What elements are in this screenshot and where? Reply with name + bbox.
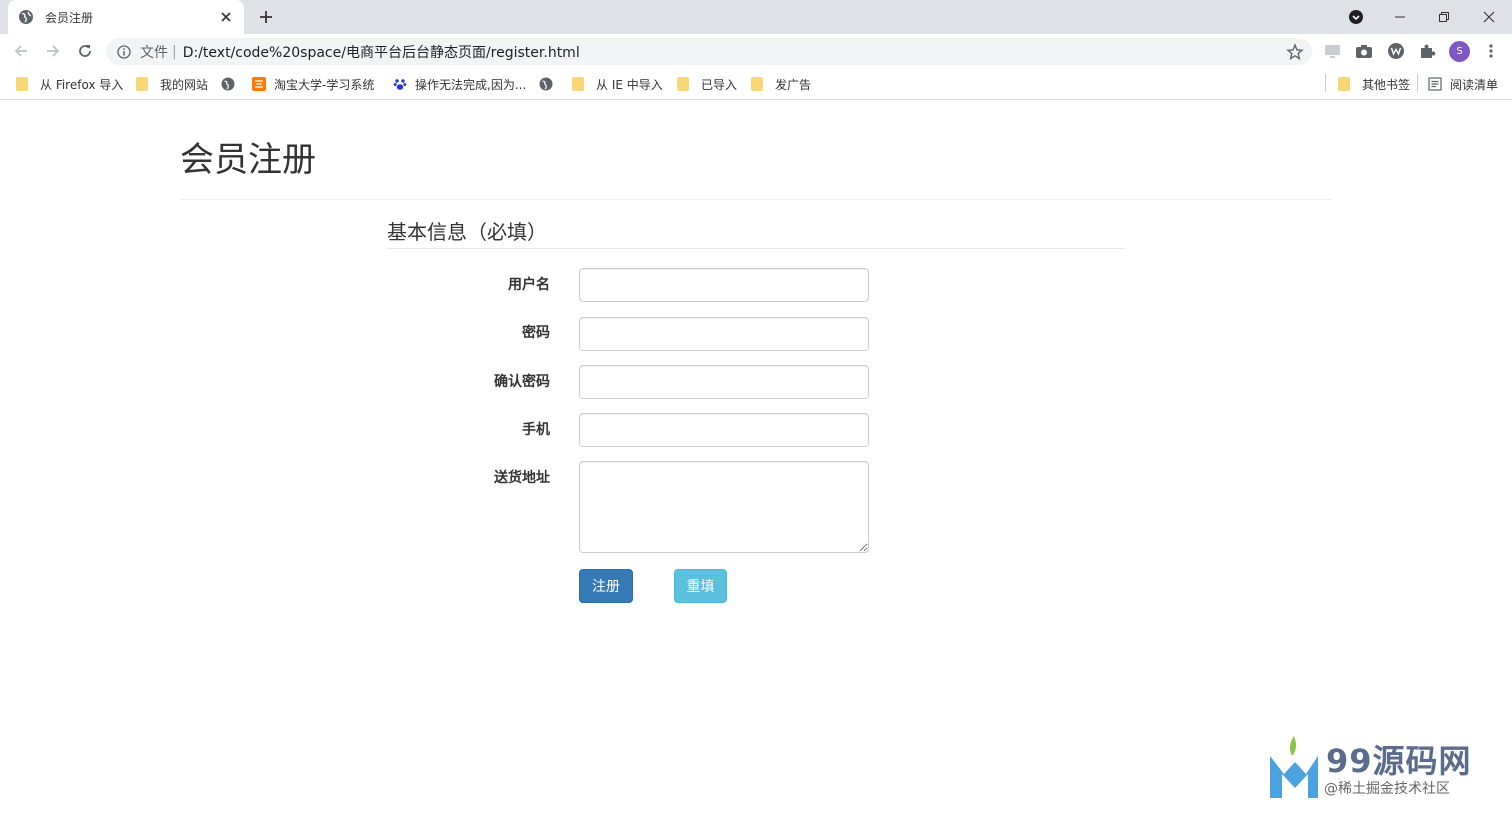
- watermark-logo-icon: [1270, 736, 1318, 798]
- w-extension-icon[interactable]: [1385, 40, 1407, 62]
- globe-icon: [539, 77, 553, 91]
- minimize-icon: [1395, 16, 1405, 18]
- address-textarea[interactable]: [579, 461, 869, 553]
- username-input[interactable]: [579, 268, 869, 302]
- folder-icon: [1338, 77, 1350, 91]
- bookmark-other[interactable]: 其他书签: [1338, 75, 1410, 93]
- watermark-brand: 99源码网: [1326, 742, 1472, 780]
- confirm-password-input[interactable]: [579, 365, 869, 399]
- baidu-paw-icon: [393, 79, 407, 90]
- cast-extension-icon[interactable]: [1322, 40, 1344, 62]
- bookmark-globe-2[interactable]: [539, 75, 561, 93]
- page-title: 会员注册: [180, 140, 316, 180]
- bookmark-ie-import[interactable]: 从 IE 中导入: [572, 75, 663, 93]
- reload-button[interactable]: [72, 38, 98, 64]
- folder-icon: [16, 77, 28, 91]
- close-icon: [1483, 11, 1495, 23]
- profile-avatar[interactable]: S: [1449, 41, 1470, 62]
- folder-icon: [751, 77, 763, 91]
- register-button[interactable]: 注册: [579, 569, 633, 603]
- username-label: 用户名: [508, 277, 550, 293]
- bookmark-label: 我的网站: [160, 77, 209, 92]
- password-label: 密码: [522, 325, 550, 341]
- phone-label: 手机: [522, 422, 550, 438]
- restore-button[interactable]: [1421, 0, 1467, 34]
- bookmark-divider: [1417, 74, 1418, 92]
- tab-title: 会员注册: [45, 10, 94, 25]
- tab-close-icon[interactable]: [218, 9, 234, 25]
- reading-list-button[interactable]: 阅读清单: [1428, 75, 1498, 93]
- bookmark-label: 阅读清单: [1450, 77, 1499, 92]
- forward-button[interactable]: [40, 38, 66, 64]
- bookmark-label: 已导入: [701, 77, 738, 92]
- address-bar[interactable]: 文件 | D:/text/code%20space/电商平台后台静态页面/reg…: [106, 38, 1312, 65]
- url-text[interactable]: D:/text/code%20space/电商平台后台静态页面/register…: [183, 42, 580, 62]
- globe-icon: [221, 77, 235, 91]
- password-input[interactable]: [579, 317, 869, 351]
- arrow-right-icon: [47, 45, 60, 57]
- watermark-sub: @稀土掘金技术社区: [1324, 781, 1450, 797]
- security-label: 文件: [140, 44, 168, 61]
- arrow-left-icon: [14, 45, 27, 57]
- section-title: 基本信息（必填）: [387, 217, 1125, 249]
- menu-kebab-icon[interactable]: [1480, 40, 1502, 62]
- reload-icon: [79, 45, 91, 57]
- bookmark-my-site[interactable]: 我的网站: [136, 75, 208, 93]
- globe-icon: [19, 10, 33, 24]
- bookmark-globe-1[interactable]: [221, 75, 243, 93]
- bookmark-label: 从 IE 中导入: [596, 77, 663, 92]
- restore-icon: [1439, 12, 1449, 22]
- phone-input[interactable]: [579, 413, 869, 447]
- page-header: 会员注册: [180, 138, 1332, 200]
- watermark: 99源码网 @稀土掘金技术社区: [1268, 734, 1498, 804]
- folder-icon: [572, 77, 584, 91]
- address-label: 送货地址: [494, 470, 550, 486]
- bookmark-label: 操作无法完成,因为...: [415, 77, 527, 92]
- folder-icon: [136, 77, 148, 91]
- bookmark-imported[interactable]: 已导入: [677, 75, 737, 93]
- tab-strip: 会员注册: [0, 0, 1512, 34]
- bookmark-label: 发广告: [775, 77, 812, 92]
- camera-extension-icon[interactable]: [1353, 40, 1375, 62]
- folder-icon: [677, 77, 689, 91]
- address-separator: |: [172, 43, 177, 60]
- bookmarks-bar: 从 Firefox 导入 我的网站 淘宝大学-学习系统 操作无法完成,因为...…: [0, 68, 1512, 100]
- bookmark-label: 从 Firefox 导入: [40, 77, 124, 92]
- new-tab-button[interactable]: [255, 6, 277, 28]
- minimize-button[interactable]: [1377, 0, 1423, 34]
- tab-search-button[interactable]: [1333, 0, 1379, 34]
- close-window-button[interactable]: [1466, 0, 1512, 34]
- browser-toolbar: 文件 | D:/text/code%20space/电商平台后台静态页面/reg…: [0, 34, 1512, 68]
- back-button[interactable]: [8, 38, 34, 64]
- reset-button[interactable]: 重填: [674, 569, 727, 603]
- bookmark-post-ads[interactable]: 发广告: [751, 75, 811, 93]
- info-icon[interactable]: [117, 44, 131, 59]
- bookmark-star-icon[interactable]: [1286, 43, 1304, 61]
- bookmark-divider: [1325, 74, 1326, 92]
- plus-icon: [260, 11, 272, 23]
- bookmark-label: 淘宝大学-学习系统: [274, 77, 375, 92]
- browser-tab-active[interactable]: 会员注册: [8, 0, 244, 34]
- reading-list-icon: [1428, 77, 1442, 91]
- tab-search-icon: [1349, 10, 1363, 24]
- bookmark-taobao-university[interactable]: 淘宝大学-学习系统: [252, 75, 374, 93]
- puzzle-extensions-icon[interactable]: [1416, 40, 1438, 62]
- bookmark-operation-failed[interactable]: 操作无法完成,因为...: [393, 75, 526, 93]
- confirm-password-label: 确认密码: [494, 374, 550, 390]
- bookmark-label: 其他书签: [1362, 77, 1411, 92]
- taobao-icon: [252, 77, 266, 91]
- bookmark-firefox-import[interactable]: 从 Firefox 导入: [16, 75, 123, 93]
